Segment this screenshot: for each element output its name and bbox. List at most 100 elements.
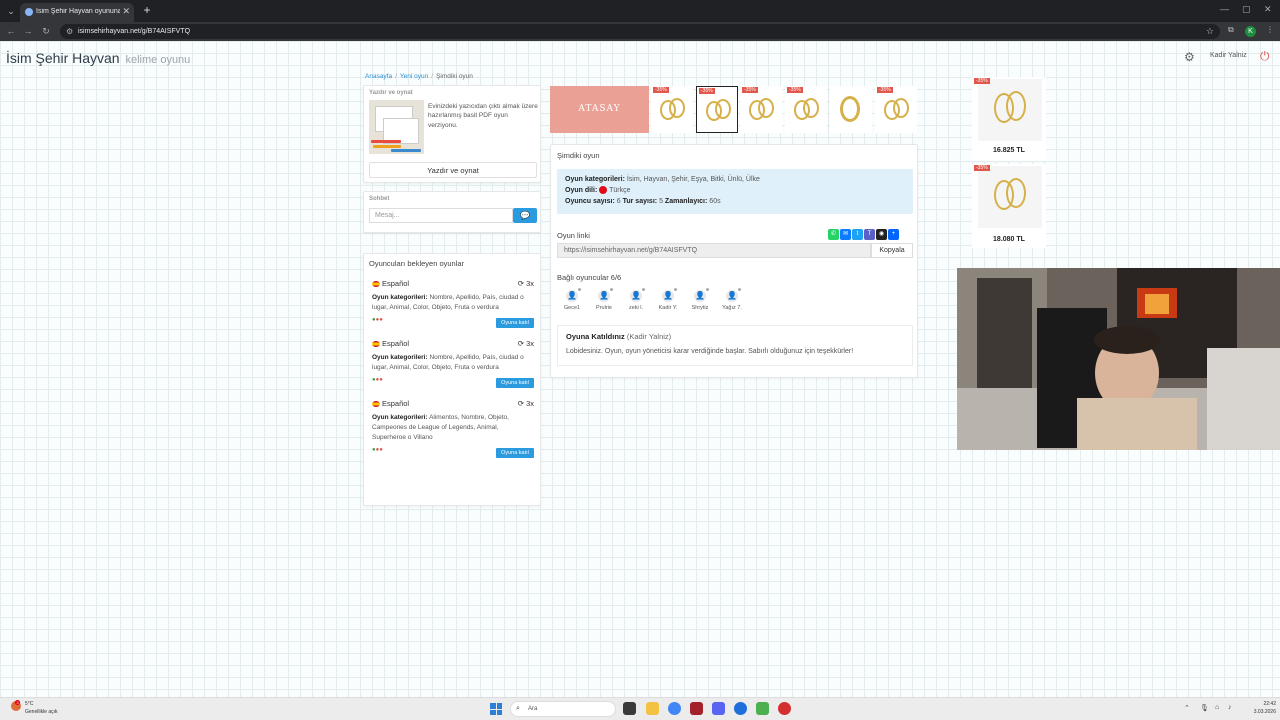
url-input[interactable]: ⚙ isimsehirhayvan.net/g/B74AISFVTQ ☆ (60, 24, 1220, 39)
app-red-icon[interactable] (778, 702, 791, 715)
breadcrumb-home[interactable]: Anasayfa (365, 73, 392, 80)
teams-icon[interactable]: T (864, 229, 875, 240)
breadcrumb-new-game[interactable]: Yeni oyun (400, 73, 428, 80)
edge-icon[interactable] (734, 702, 747, 715)
waiting-games-title: Oyuncuları bekleyen oyunlar (369, 259, 465, 268)
print-panel-heading: Yazdır ve oynat (369, 90, 413, 96)
game-categories: Oyun kategorileri: Nombre, Apellido, Paí… (372, 294, 524, 311)
browser-menu-icon[interactable]: ⋮ (1266, 25, 1274, 34)
product-image (978, 79, 1042, 141)
reload-icon[interactable]: ↻ (40, 25, 52, 37)
discord-icon[interactable] (712, 702, 725, 715)
discount-badge: -35% (974, 165, 990, 171)
ad-product-thumb[interactable]: -35% (785, 86, 827, 133)
spain-flag-icon (372, 281, 380, 288)
breadcrumb: Anasayfa / Yeni oyun / Şimdiki oyun (365, 73, 473, 80)
ad-product-thumb[interactable]: -35% (696, 86, 738, 133)
task-view-icon[interactable] (623, 702, 636, 715)
lobby-text: Lobidesiniz. Oyun, oyun yöneticisi karar… (566, 348, 854, 355)
game-categories: Oyun kategorileri: Nombre, Apellido, Paí… (372, 354, 524, 371)
chat-message-input[interactable]: Mesaj... (369, 208, 513, 223)
bookmark-star-icon[interactable]: ☆ (1206, 26, 1214, 37)
tab-search-chevron-icon[interactable]: ⌄ (4, 4, 18, 18)
copy-link-button[interactable]: Kopyala (871, 243, 913, 258)
snapchat-icon[interactable]: ◉ (876, 229, 887, 240)
user-icon: 👤 (566, 288, 581, 302)
window-close-icon[interactable]: ✕ (1264, 4, 1272, 15)
back-icon[interactable]: ← (5, 25, 17, 37)
messenger-icon[interactable]: ✉ (840, 229, 851, 240)
volume-icon[interactable]: ♪ (1228, 704, 1232, 711)
player: 👤 zeki l. (621, 288, 651, 311)
minimize-icon[interactable]: — (1220, 4, 1229, 14)
spain-flag-icon (372, 341, 380, 348)
game-link-label: Oyun linki (557, 231, 590, 240)
connected-players-label: Bağlı oyuncular 6/6 (557, 273, 622, 282)
tab-close-icon[interactable]: ✕ (122, 6, 130, 17)
game-player-icons: ●●● (372, 377, 383, 383)
browser-tabbar: ⌄ İsim Şehir Hayvan oyununa katı ✕ + — ▢… (0, 0, 1280, 22)
site-title-text: İsim Şehir Hayvan (6, 50, 120, 66)
site-title[interactable]: İsim Şehir Hayvan kelime oyunu (6, 50, 190, 66)
settings-gear-icon[interactable]: ⚙ (1184, 50, 1195, 64)
twitter-icon[interactable]: t (852, 229, 863, 240)
ad-brand-logo[interactable]: ATASAY (550, 86, 649, 133)
player: 👤 Prulrie (589, 288, 619, 311)
file-explorer-icon[interactable] (646, 702, 659, 715)
print-preview-image[interactable] (369, 100, 424, 154)
app-a-icon[interactable] (690, 702, 703, 715)
current-game-heading: Şimdiki oyun (557, 151, 600, 160)
current-game-panel: Şimdiki oyun Oyun kategorileri: İsim, Ha… (550, 144, 918, 378)
webcam-overlay (957, 268, 1280, 450)
rounds-icon: ⟳ (517, 399, 524, 408)
player: 👤 Kadir Y. (653, 288, 683, 311)
windows-taskbar: 3 5°C Genellikle açık ⌕ Ara ⌃ 🎙 ⌂ ♪ 22:4… (0, 697, 1280, 720)
ad-product-thumb[interactable]: -35% (651, 86, 693, 133)
product-price: 16.825 TL (993, 147, 1025, 154)
chat-panel: Sohbet Mesaj... 💬 (363, 191, 541, 233)
new-tab-icon[interactable]: + (140, 3, 154, 17)
weather-temperature: 5°C (25, 701, 34, 707)
ad-product-thumb[interactable] (830, 86, 872, 133)
browser-tab[interactable]: İsim Şehir Hayvan oyununa katı ✕ (20, 3, 134, 22)
username[interactable]: Kadir Yalniz (1210, 52, 1247, 59)
extensions-icon[interactable]: ⧉ (1228, 25, 1234, 35)
tray-overflow-icon[interactable]: ⌃ (1184, 704, 1190, 712)
site-info-icon[interactable]: ⚙ (66, 27, 73, 36)
ad-product-thumb[interactable]: -35% (740, 86, 782, 133)
taskbar-clock[interactable]: 22:42 3.03.2026 (1242, 701, 1276, 716)
chat-send-button[interactable]: 💬 (513, 208, 537, 223)
logout-power-icon[interactable]: ⏻ (1260, 49, 1270, 64)
forward-icon[interactable]: → (22, 25, 34, 37)
rounds-icon: ⟳ (517, 339, 524, 348)
game-language: Español (372, 279, 409, 288)
app-green-icon[interactable] (756, 702, 769, 715)
product-ad[interactable]: -35% 16.825 TL (972, 77, 1046, 161)
game-link-input[interactable]: https://isimsehirhayvan.net/g/B74AISFVTQ (557, 243, 871, 258)
taskbar-search[interactable]: ⌕ Ara (510, 701, 616, 717)
game-categories: Oyun kategorileri: Alimentos, Nombre, Ob… (372, 414, 509, 441)
join-game-button[interactable]: Oyuna katıl (496, 378, 534, 388)
join-game-button[interactable]: Oyuna katıl (496, 448, 534, 458)
chat-bubble-icon: 💬 (520, 211, 530, 220)
ad-product-thumb[interactable]: -35% (875, 86, 917, 133)
wifi-icon[interactable]: ⌂ (1215, 704, 1219, 711)
game-info-box: Oyun kategorileri: İsim, Hayvan, Şehir, … (557, 169, 913, 214)
microphone-icon[interactable]: 🎙 (1200, 704, 1209, 712)
product-ad[interactable]: -35% 18.080 TL (972, 164, 1046, 248)
user-icon: 👤 (726, 288, 741, 302)
join-game-button[interactable]: Oyuna katıl (496, 318, 534, 328)
player: 👤 Yağız 7. (717, 288, 747, 311)
profile-avatar[interactable]: K (1245, 26, 1256, 37)
chat-heading: Sohbet (369, 196, 390, 202)
whatsapp-icon[interactable]: ✆ (828, 229, 839, 240)
windows-start-icon[interactable] (490, 703, 502, 715)
maximize-icon[interactable]: ▢ (1242, 4, 1251, 15)
print-and-play-button[interactable]: Yazdır ve oynat (369, 162, 537, 178)
game-language: Español (372, 399, 409, 408)
player: 👤 Shrytiz (685, 288, 715, 311)
chrome-icon[interactable] (668, 702, 681, 715)
share-more-icon[interactable]: + (888, 229, 899, 240)
print-panel: Yazdır ve oynat Evinizdeki yazıcıdan çık… (363, 85, 541, 183)
weather-alert-badge: 3 (15, 700, 20, 705)
